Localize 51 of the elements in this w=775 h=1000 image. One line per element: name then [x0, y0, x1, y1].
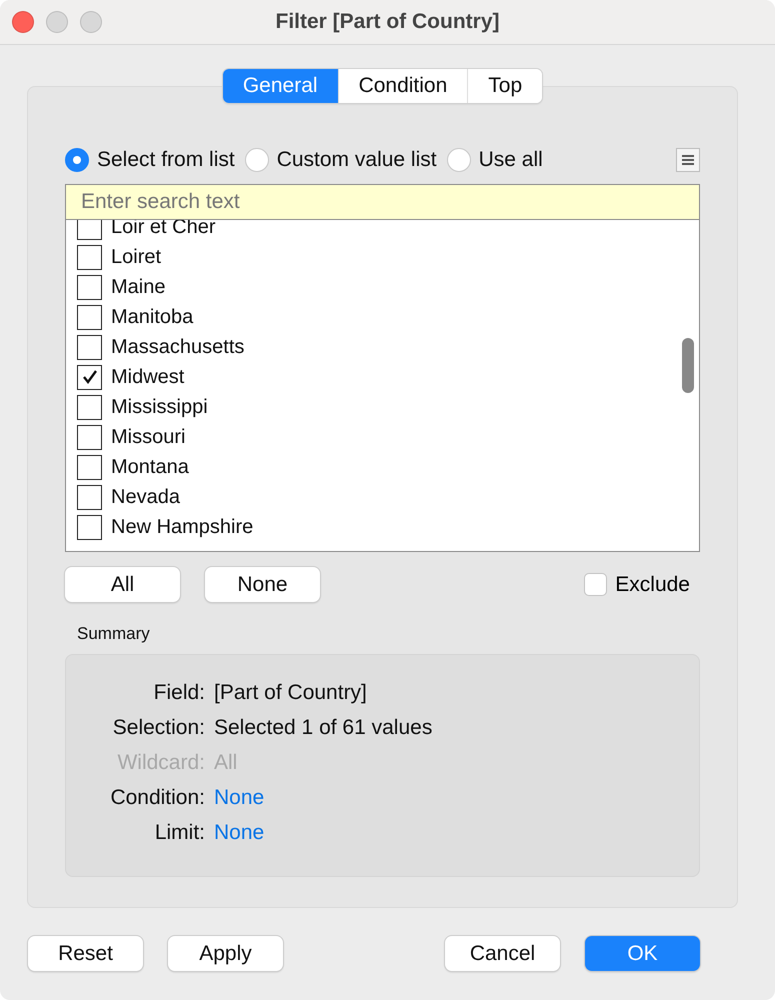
- list-item-label[interactable]: Mississippi: [111, 396, 208, 418]
- radio-label[interactable]: Select from list: [97, 148, 235, 172]
- checkbox[interactable]: [77, 304, 102, 330]
- tab[interactable]: General: [222, 69, 338, 103]
- summary-label: Selection:: [112, 716, 205, 740]
- list-button[interactable]: None: [205, 567, 320, 602]
- window-title: Filter [Part of Country]: [276, 10, 500, 34]
- summary-value: Selected 1 of 61 values: [214, 716, 432, 740]
- summary-label: Limit:: [154, 821, 205, 845]
- checkmark-icon: [82, 369, 98, 385]
- menu-button[interactable]: [676, 148, 700, 172]
- radio-button[interactable]: [244, 148, 269, 172]
- checkbox[interactable]: [77, 454, 102, 480]
- tab[interactable]: Top: [467, 69, 542, 103]
- summary-heading: Summary: [77, 624, 151, 644]
- checkbox[interactable]: [77, 394, 102, 420]
- radio-label[interactable]: Custom value list: [276, 148, 437, 172]
- footer-button[interactable]: Apply: [168, 936, 283, 971]
- summary-label: Condition:: [109, 786, 205, 810]
- checkbox[interactable]: [77, 364, 102, 390]
- checkbox[interactable]: [77, 424, 102, 450]
- list-item-label[interactable]: Manitoba: [111, 306, 194, 328]
- checkbox[interactable]: [77, 244, 102, 270]
- menu-icon: [681, 153, 695, 167]
- summary-label: Field:: [152, 681, 205, 705]
- list-item-label[interactable]: Massachusetts: [111, 336, 244, 358]
- footer-button[interactable]: Reset: [28, 936, 143, 971]
- list-item-label[interactable]: New Hampshire: [111, 516, 254, 538]
- list-button[interactable]: All: [65, 567, 180, 602]
- list-item-label[interactable]: Maine: [111, 276, 166, 298]
- radio-button[interactable]: [446, 148, 471, 172]
- close-button[interactable]: [12, 11, 34, 33]
- list-item-label[interactable]: Nevada: [111, 486, 180, 508]
- summary-value: [Part of Country]: [214, 681, 367, 705]
- exclude-checkbox[interactable]: [584, 573, 608, 596]
- exclude-label[interactable]: Exclude: [615, 572, 690, 596]
- list-item-label[interactable]: Missouri: [111, 426, 186, 448]
- list-item-label[interactable]: Montana: [111, 456, 189, 478]
- checkbox[interactable]: [77, 514, 102, 540]
- tab[interactable]: Condition: [338, 69, 468, 103]
- ok-button[interactable]: OK: [585, 936, 700, 971]
- radio-button[interactable]: [65, 148, 89, 172]
- list-item-label[interactable]: Midwest: [111, 366, 184, 388]
- checkbox[interactable]: [77, 274, 102, 300]
- cancel-button[interactable]: Cancel: [445, 936, 560, 971]
- search-field[interactable]: Enter search text: [66, 185, 699, 220]
- checkbox[interactable]: [77, 484, 102, 510]
- scrollbar-thumb[interactable]: [682, 338, 694, 393]
- list-item-label[interactable]: Loiret: [111, 246, 162, 268]
- radio-label[interactable]: Use all: [478, 148, 543, 172]
- checkbox[interactable]: [77, 334, 102, 360]
